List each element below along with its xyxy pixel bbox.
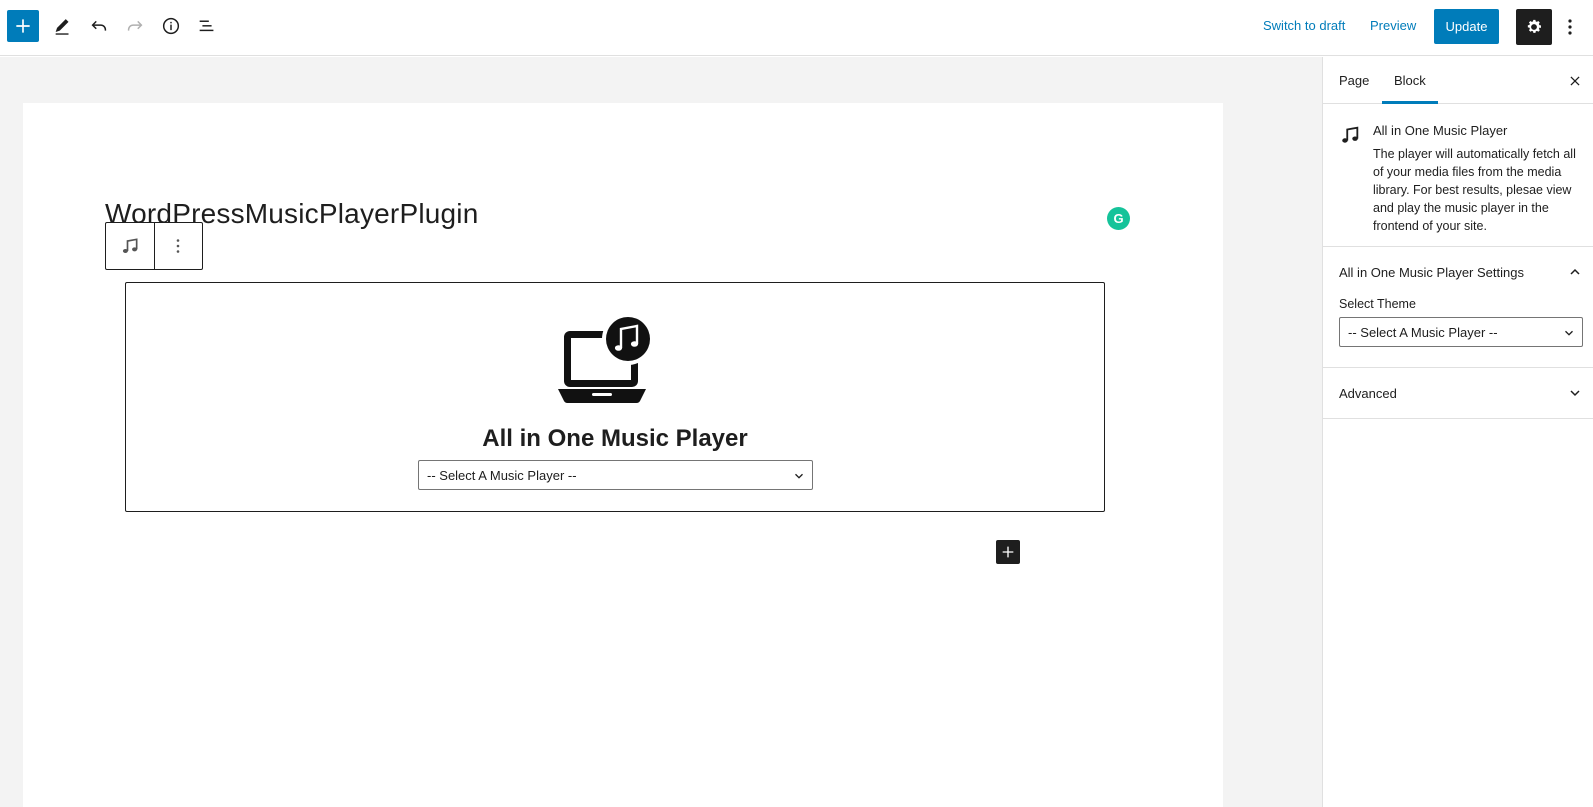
vertical-ellipsis-icon	[1568, 19, 1572, 35]
preview-button[interactable]: Preview	[1370, 18, 1416, 33]
music-note-icon	[1342, 126, 1359, 143]
settings-panel-title: All in One Music Player Settings	[1339, 264, 1524, 280]
settings-button[interactable]	[1516, 9, 1552, 45]
block-card-title: All in One Music Player	[1373, 123, 1508, 138]
grammarly-badge[interactable]: G	[1107, 207, 1130, 230]
music-player-select[interactable]: -- Select A Music Player --	[418, 460, 813, 490]
close-icon	[1570, 76, 1580, 86]
select-theme-value: -- Select A Music Player --	[1348, 324, 1498, 340]
vertical-ellipsis-icon	[177, 239, 180, 253]
tab-block[interactable]: Block	[1382, 57, 1438, 104]
music-player-select-value: -- Select A Music Player --	[427, 467, 577, 483]
tools-button[interactable]	[47, 10, 79, 42]
block-options-button[interactable]	[153, 223, 202, 269]
tab-page[interactable]: Page	[1339, 57, 1369, 104]
settings-panel-body: Select Theme -- Select A Music Player --	[1323, 297, 1593, 367]
redo-button[interactable]	[119, 10, 151, 42]
plus-icon	[16, 19, 30, 33]
block-toolbar	[105, 222, 203, 270]
chevron-down-icon	[1565, 330, 1573, 336]
sidebar-tabs: Page Block	[1323, 57, 1593, 104]
add-block-button[interactable]	[7, 10, 39, 42]
list-view-icon	[199, 20, 214, 32]
editor-canvas: WordPressMusicPlayerPlugin G All in One …	[0, 57, 1322, 807]
block-type-button[interactable]	[106, 223, 154, 269]
block-inserter-button[interactable]	[996, 540, 1020, 564]
block-card-description: The player will automatically fetch all …	[1373, 147, 1576, 233]
close-sidebar-button[interactable]	[1565, 71, 1585, 91]
options-button[interactable]	[1560, 12, 1580, 42]
settings-sidebar: Page Block All in One Music Player The p…	[1322, 57, 1593, 807]
advanced-panel-toggle[interactable]: Advanced	[1323, 368, 1593, 418]
advanced-panel: Advanced	[1323, 368, 1593, 419]
music-note-icon	[122, 238, 138, 253]
chevron-up-icon	[1570, 268, 1580, 275]
undo-button[interactable]	[83, 10, 115, 42]
settings-panel: All in One Music Player Settings Select …	[1323, 247, 1593, 368]
advanced-panel-title: Advanced	[1339, 385, 1397, 401]
plus-icon	[1002, 546, 1014, 558]
select-theme-dropdown[interactable]: -- Select A Music Player --	[1339, 317, 1583, 347]
music-player-title: All in One Music Player	[482, 425, 748, 452]
switch-to-draft-button[interactable]: Switch to draft	[1263, 18, 1345, 33]
block-card: All in One Music Player The player will …	[1323, 104, 1593, 247]
redo-icon	[127, 20, 143, 31]
music-player-block[interactable]: All in One Music Player -- Select A Musi…	[125, 282, 1105, 512]
gear-icon	[1527, 19, 1541, 33]
chevron-down-icon	[1570, 390, 1580, 397]
details-button[interactable]	[155, 10, 187, 42]
update-button[interactable]: Update	[1434, 9, 1499, 44]
pencil-icon	[55, 19, 69, 35]
list-view-button[interactable]	[191, 10, 223, 42]
chevron-down-icon	[795, 473, 803, 479]
editor-page: WordPressMusicPlayerPlugin G All in One …	[23, 103, 1223, 807]
settings-panel-toggle[interactable]: All in One Music Player Settings	[1323, 247, 1593, 297]
info-icon	[162, 17, 180, 35]
editor-header: Switch to draft Preview Update	[0, 0, 1593, 56]
laptop-music-icon	[558, 313, 654, 404]
select-theme-label: Select Theme	[1339, 297, 1416, 311]
undo-icon	[91, 20, 107, 31]
